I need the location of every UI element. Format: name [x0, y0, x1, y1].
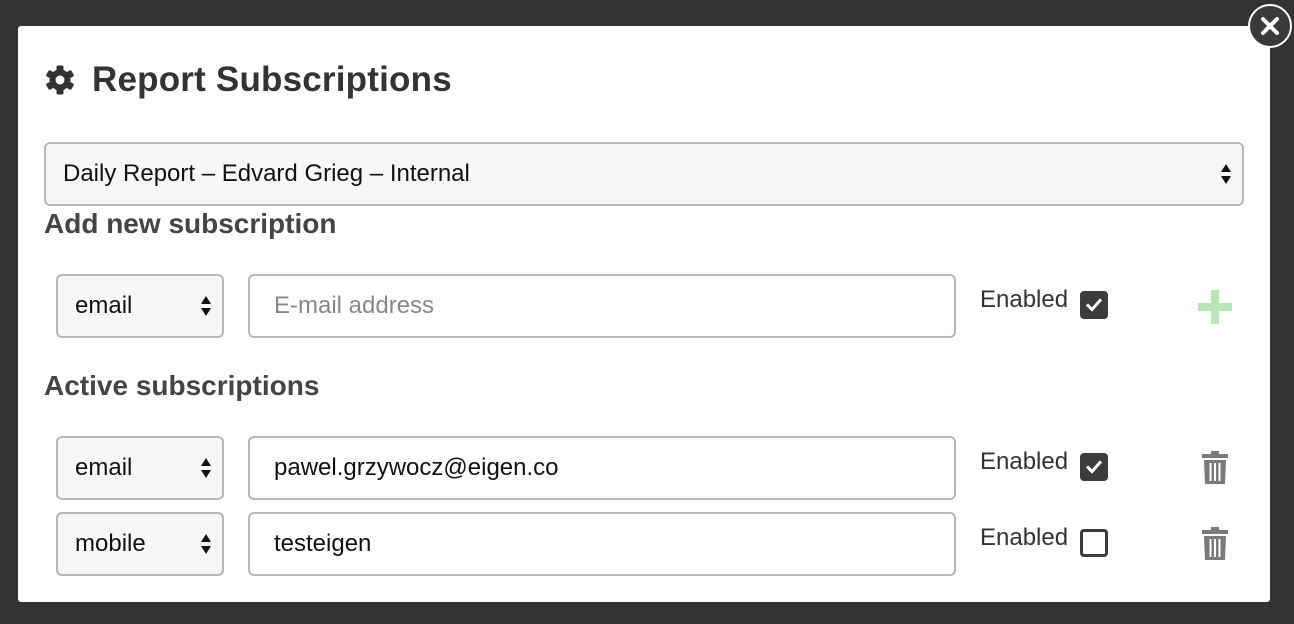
enabled-checkbox[interactable]	[1080, 453, 1108, 481]
select-arrows-icon	[201, 534, 211, 554]
report-select-value: Daily Report – Edvard Grieg – Internal	[63, 160, 470, 187]
select-arrows-icon	[201, 296, 211, 316]
close-button[interactable]	[1248, 4, 1292, 48]
type-select[interactable]: email	[56, 436, 224, 500]
add-section-heading: Add new subscription	[44, 208, 337, 239]
enabled-checkbox[interactable]	[1080, 529, 1108, 557]
active-section-heading: Active subscriptions	[44, 370, 320, 401]
plus-icon[interactable]	[1198, 290, 1232, 324]
enabled-label: Enabled	[980, 286, 1069, 313]
type-value: mobile	[75, 530, 146, 557]
select-arrows-icon	[201, 458, 211, 478]
new-subscription-row: email Enabled	[56, 274, 1236, 338]
gear-icon	[46, 65, 74, 95]
subscription-row: email Enabled	[56, 436, 1236, 500]
enabled-checkbox[interactable]	[1080, 291, 1108, 319]
new-type-select[interactable]: email	[56, 274, 224, 338]
subscription-address-input[interactable]	[248, 436, 956, 500]
close-icon	[1261, 17, 1279, 35]
checkmark-icon	[1086, 460, 1102, 474]
checkmark-icon	[1086, 298, 1102, 312]
subscription-row: mobile Enabled	[56, 512, 1236, 576]
subscriptions-dialog: Report Subscriptions Daily Report – Edva…	[18, 26, 1270, 602]
email-address-input[interactable]	[248, 274, 956, 338]
trash-icon[interactable]	[1201, 451, 1229, 485]
dialog-header: Report Subscriptions	[44, 60, 452, 100]
enabled-label: Enabled	[980, 524, 1069, 551]
type-value: email	[75, 454, 133, 481]
subscription-address-input[interactable]	[248, 512, 956, 576]
trash-icon[interactable]	[1201, 527, 1229, 561]
dialog-title: Report Subscriptions	[92, 60, 452, 99]
new-type-value: email	[75, 292, 133, 319]
select-arrows-icon	[1221, 164, 1231, 184]
report-select[interactable]: Daily Report – Edvard Grieg – Internal	[44, 142, 1244, 206]
enabled-label: Enabled	[980, 448, 1069, 475]
type-select[interactable]: mobile	[56, 512, 224, 576]
